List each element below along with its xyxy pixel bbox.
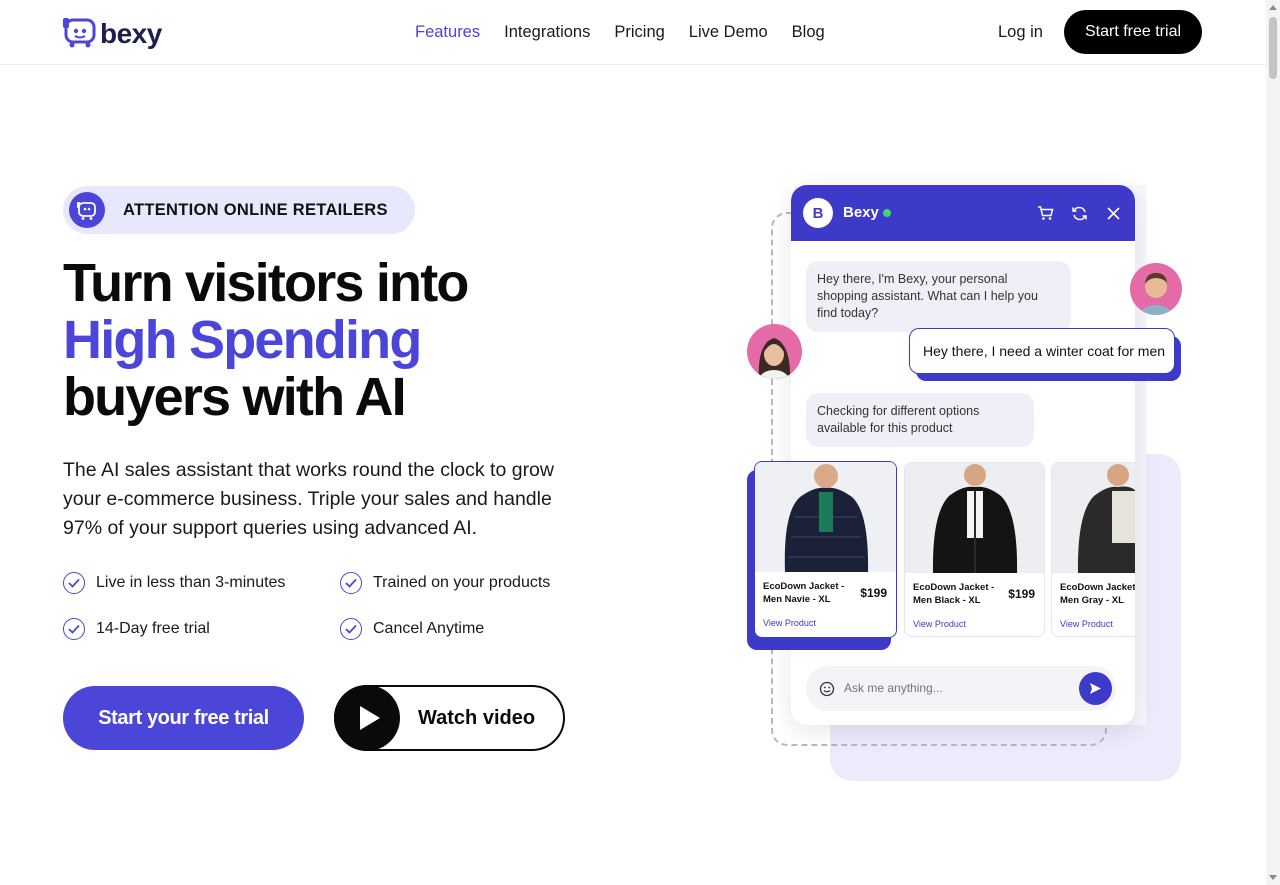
user-message: Hey there, I need a winter coat for men [909, 328, 1175, 374]
cart-icon[interactable] [1035, 203, 1055, 223]
watch-video-button[interactable]: Watch video [334, 685, 565, 751]
bot-message-greeting: Hey there, I'm Bexy, your personal shopp… [806, 261, 1071, 332]
female-avatar [747, 324, 802, 379]
login-link[interactable]: Log in [998, 21, 1043, 43]
logo-text: bexy [100, 17, 162, 49]
nav-item-integrations[interactable]: Integrations [504, 21, 590, 43]
product-card[interactable]: EcoDown Jacket - Men Gray - XL View Prod… [1051, 462, 1135, 637]
nav-item-live-demo[interactable]: Live Demo [689, 21, 768, 43]
scroll-up-arrow-icon[interactable] [1269, 5, 1277, 10]
product-card[interactable]: EcoDown Jacket - Men Black - XL $199 Vie… [904, 462, 1045, 637]
view-product-link[interactable]: View Product [763, 618, 816, 628]
chat-message-input[interactable] [844, 678, 1064, 698]
check-circle-icon [340, 618, 362, 640]
robot-icon [69, 192, 105, 228]
main-nav: Features Integrations Pricing Live Demo … [415, 21, 849, 43]
chat-title: Bexy [843, 204, 879, 221]
announcement-badge: ATTENTION ONLINE RETAILERS [63, 186, 415, 234]
bexy-logo-icon [63, 14, 97, 53]
headline-accent: High Spending [63, 310, 422, 370]
product-image [905, 463, 1044, 573]
logo[interactable]: bexy [63, 14, 162, 53]
chat-avatar: B [803, 198, 833, 228]
feature-item: Live in less than 3-minutes [63, 572, 285, 594]
check-circle-icon [63, 618, 85, 640]
feature-label: Live in less than 3-minutes [96, 574, 286, 591]
product-price: $199 [860, 586, 887, 600]
product-name: EcoDown Jacket - Men Gray - XL [1060, 582, 1135, 606]
page-scrollbar[interactable] [1266, 0, 1280, 885]
product-image [755, 462, 896, 572]
view-product-link[interactable]: View Product [1060, 619, 1113, 629]
hero-subtext: The AI sales assistant that works round … [63, 459, 554, 539]
close-icon[interactable] [1103, 203, 1123, 223]
site-header: bexy Features Integrations Pricing Live … [0, 0, 1266, 65]
product-name: EcoDown Jacket - Men Black - XL [913, 582, 995, 606]
feature-item: 14-Day free trial [63, 618, 210, 640]
scroll-thumb[interactable] [1269, 17, 1277, 79]
nav-item-blog[interactable]: Blog [792, 21, 825, 43]
bot-message-checking: Checking for different options available… [806, 393, 1034, 447]
check-circle-icon [63, 572, 85, 594]
product-card[interactable]: EcoDown Jacket - Men Navie - XL $199 Vie… [754, 461, 897, 638]
scroll-down-arrow-icon[interactable] [1269, 875, 1277, 880]
play-icon [334, 685, 400, 751]
headline-line-3: buyers with AI [63, 367, 407, 427]
refresh-icon[interactable] [1069, 203, 1089, 223]
view-product-link[interactable]: View Product [913, 619, 966, 629]
nav-item-pricing[interactable]: Pricing [614, 21, 664, 43]
feature-item: Trained on your products [340, 572, 550, 594]
product-price: $199 [1008, 587, 1035, 601]
send-icon[interactable] [1079, 672, 1112, 705]
watch-video-label: Watch video [418, 706, 536, 729]
feature-item: Cancel Anytime [340, 618, 484, 640]
nav-item-features[interactable]: Features [415, 21, 480, 43]
online-status-dot [883, 209, 891, 217]
chat-header: B Bexy [791, 185, 1135, 241]
hero-headline: Turn visitors into High Spending buyers … [63, 253, 469, 427]
feature-label: Cancel Anytime [373, 620, 485, 637]
badge-label: ATTENTION ONLINE RETAILERS [123, 200, 388, 219]
feature-label: 14-Day free trial [96, 620, 210, 637]
product-image [1052, 463, 1135, 573]
check-circle-icon [340, 572, 362, 594]
start-free-trial-button[interactable]: Start free trial [1064, 10, 1202, 54]
chat-input-bar [806, 666, 1116, 711]
headline-line-1: Turn visitors into [63, 253, 469, 313]
start-your-free-trial-button[interactable]: Start your free trial [63, 686, 304, 750]
male-avatar [1130, 263, 1182, 315]
product-name: EcoDown Jacket - Men Navie - XL [763, 581, 845, 605]
emoji-icon[interactable] [819, 681, 835, 702]
feature-label: Trained on your products [373, 574, 551, 591]
